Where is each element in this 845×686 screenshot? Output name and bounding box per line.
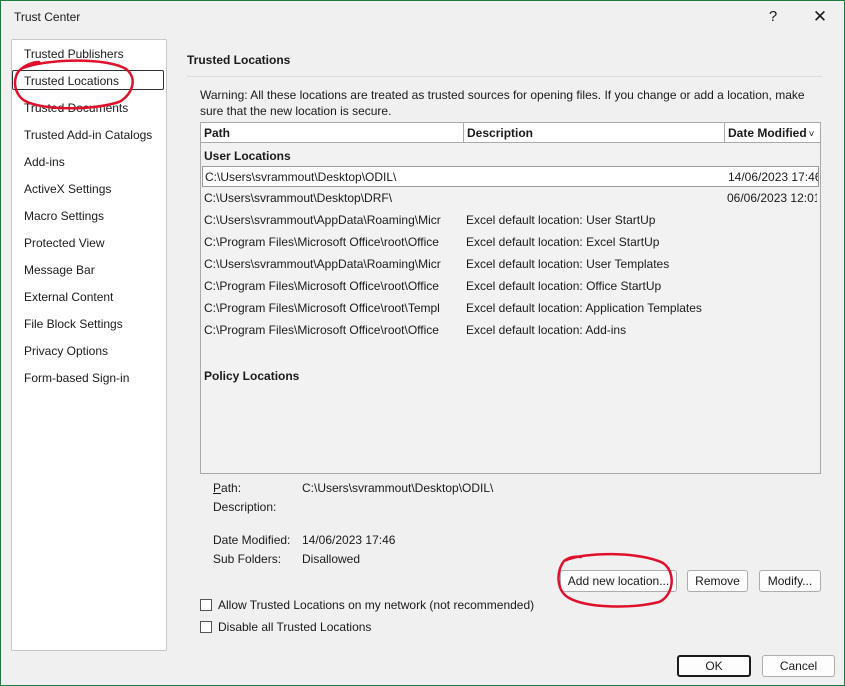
- policy-locations-group: Policy Locations: [204, 369, 300, 383]
- table-row[interactable]: C:\Users\svrammout\AppData\Roaming\Micr …: [202, 210, 819, 231]
- nav-macro-settings[interactable]: Macro Settings: [24, 206, 104, 226]
- window-title: Trust Center: [14, 10, 81, 24]
- cell-description: Excel default location: Office StartUp: [466, 279, 662, 293]
- cell-path: C:\Program Files\Microsoft Office\root\O…: [204, 235, 439, 249]
- table-row[interactable]: C:\Program Files\Microsoft Office\root\O…: [202, 276, 819, 297]
- nav-trusted-locations[interactable]: Trusted Locations: [12, 70, 164, 90]
- table-row[interactable]: C:\Users\svrammout\AppData\Roaming\Micr …: [202, 254, 819, 275]
- column-header-path[interactable]: Path: [201, 123, 464, 143]
- nav-protected-view[interactable]: Protected View: [24, 233, 105, 253]
- trust-center-dialog: Trust Center ? ✕ Trusted Publishers Trus…: [0, 0, 845, 686]
- detail-description-label: Description:: [213, 500, 277, 514]
- title-bar: Trust Center ? ✕: [1, 1, 844, 35]
- nav-external-content[interactable]: External Content: [24, 287, 113, 307]
- section-title: Trusted Locations: [187, 53, 291, 67]
- cell-date: 06/06/2023 12:01: [727, 191, 817, 205]
- table-row[interactable]: C:\Program Files\Microsoft Office\root\O…: [202, 320, 819, 341]
- help-button[interactable]: ?: [761, 5, 785, 29]
- cell-description: Excel default location: Application Temp…: [466, 301, 702, 315]
- cell-path: C:\Users\svrammout\Desktop\ODIL\: [205, 170, 397, 184]
- cell-path: C:\Users\svrammout\AppData\Roaming\Micr: [204, 213, 441, 227]
- column-header-description[interactable]: Description: [464, 123, 725, 143]
- remove-button[interactable]: Remove: [687, 570, 748, 592]
- cell-path: C:\Program Files\Microsoft Office\root\O…: [204, 279, 439, 293]
- table-row[interactable]: C:\Users\svrammout\Desktop\DRF\ 06/06/20…: [202, 188, 819, 209]
- disable-all-locations-checkbox[interactable]: [200, 621, 212, 633]
- allow-network-locations-label: Allow Trusted Locations on my network (n…: [218, 598, 535, 612]
- close-button[interactable]: ✕: [807, 5, 833, 29]
- nav-activex-settings[interactable]: ActiveX Settings: [24, 179, 111, 199]
- add-new-location-button[interactable]: Add new location...: [560, 570, 677, 592]
- cell-path: C:\Program Files\Microsoft Office\root\O…: [204, 323, 439, 337]
- cell-date: 14/06/2023 17:46: [728, 170, 818, 184]
- ok-button[interactable]: OK: [677, 655, 751, 677]
- column-header-date-label: Date Modified: [728, 126, 807, 140]
- nav-privacy-options[interactable]: Privacy Options: [24, 341, 108, 361]
- detail-path-value: C:\Users\svrammout\Desktop\ODIL\: [302, 481, 494, 495]
- detail-path-label: Path:: [213, 481, 242, 495]
- nav-message-bar[interactable]: Message Bar: [24, 260, 95, 280]
- nav-file-block-settings[interactable]: File Block Settings: [24, 314, 123, 334]
- section-divider: [187, 76, 822, 77]
- cell-description: Excel default location: Excel StartUp: [466, 235, 660, 249]
- detail-subfolders-value: Disallowed: [302, 552, 361, 566]
- warning-text: Warning: All these locations are treated…: [200, 88, 805, 118]
- cell-path: C:\Users\svrammout\Desktop\DRF\: [204, 191, 393, 205]
- cell-path: C:\Program Files\Microsoft Office\root\T…: [204, 301, 440, 315]
- detail-date-label: Date Modified:: [213, 533, 291, 547]
- table-row[interactable]: C:\Program Files\Microsoft Office\root\O…: [202, 232, 819, 253]
- nav-trusted-publishers[interactable]: Trusted Publishers: [24, 44, 124, 64]
- nav-add-ins[interactable]: Add-ins: [24, 152, 65, 172]
- modify-button[interactable]: Modify...: [759, 570, 821, 592]
- nav-form-based-sign-in[interactable]: Form-based Sign-in: [24, 368, 129, 388]
- cell-description: Excel default location: Add-ins: [466, 323, 627, 337]
- user-locations-group: User Locations: [204, 149, 291, 163]
- allow-network-locations-checkbox[interactable]: [200, 599, 212, 611]
- cell-description: Excel default location: User StartUp: [466, 213, 656, 227]
- sidebar-nav: Trusted Publishers Trusted Locations Tru…: [11, 39, 167, 651]
- detail-date-value: 14/06/2023 17:46: [302, 533, 396, 547]
- column-header-date-modified[interactable]: Date Modified ˅: [725, 123, 820, 143]
- disable-all-locations-label: Disable all Trusted Locations: [218, 620, 372, 634]
- trusted-locations-table: Path Description Date Modified ˅ User Loc…: [200, 122, 821, 474]
- table-row[interactable]: C:\Users\svrammout\Desktop\ODIL\ 14/06/2…: [202, 166, 819, 187]
- nav-trusted-documents[interactable]: Trusted Documents: [24, 98, 128, 118]
- cell-description: Excel default location: User Templates: [466, 257, 670, 271]
- table-row[interactable]: C:\Program Files\Microsoft Office\root\T…: [202, 298, 819, 319]
- cell-path: C:\Users\svrammout\AppData\Roaming\Micr: [204, 257, 441, 271]
- cancel-button[interactable]: Cancel: [762, 655, 835, 677]
- detail-subfolders-label: Sub Folders:: [213, 552, 282, 566]
- sort-chevron-icon: ˅: [808, 129, 815, 140]
- nav-trusted-add-in-catalogs[interactable]: Trusted Add-in Catalogs: [24, 125, 152, 145]
